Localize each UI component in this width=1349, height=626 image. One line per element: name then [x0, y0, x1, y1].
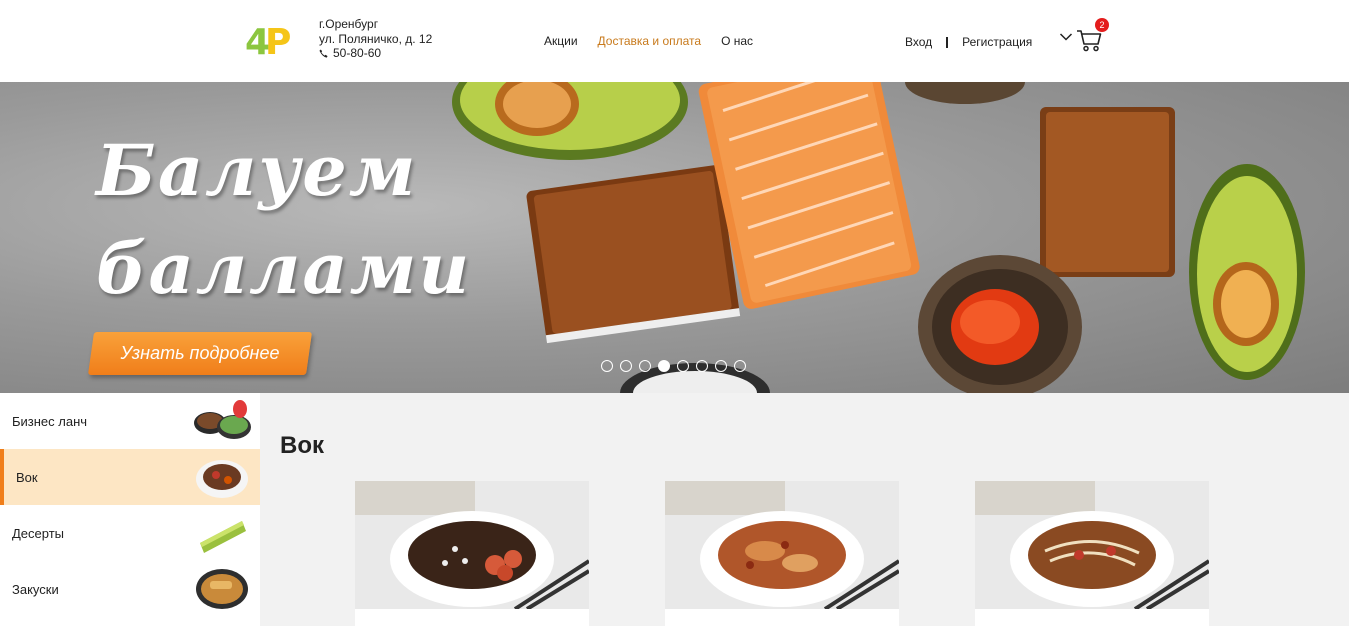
- category-wok[interactable]: Вок: [0, 449, 260, 505]
- business-lunch-thumbnail: [194, 400, 251, 439]
- slider-dot[interactable]: [696, 360, 708, 372]
- site-header: 4 P г.Оренбург ул. Поляничко, д. 12 50-8…: [0, 0, 1349, 82]
- register-link[interactable]: Регистрация: [962, 35, 1032, 49]
- snacks-thumbnail: [196, 569, 248, 609]
- logo[interactable]: 4 P: [245, 22, 305, 60]
- category-label: Десерты: [12, 525, 65, 541]
- banner-title-line-2: баллами: [96, 227, 472, 310]
- svg-text:P: P: [265, 22, 291, 60]
- login-link[interactable]: Вход: [905, 35, 932, 49]
- category-label: Вок: [16, 469, 38, 485]
- section-title: Вок: [280, 432, 325, 459]
- auth-links: Вход Регистрация: [905, 35, 1032, 49]
- promo-banner[interactable]: Балуем баллами Узнать подробнее: [0, 82, 1349, 393]
- city: г.Оренбург: [319, 17, 379, 31]
- category-label: Бизнес ланч: [12, 413, 88, 429]
- slider-dot[interactable]: [677, 360, 689, 372]
- product-card[interactable]: [975, 481, 1209, 626]
- product-image: [975, 481, 1209, 609]
- phone-number: 50-80-60: [333, 46, 382, 60]
- slider-dot[interactable]: [734, 360, 746, 372]
- auth-divider: [946, 36, 949, 48]
- product-image: [355, 481, 589, 609]
- wok-thumbnail: [196, 460, 248, 498]
- cart-count-badge: 2: [1095, 18, 1109, 32]
- phone-icon: [319, 49, 328, 58]
- learn-more-label: Узнать подробнее: [120, 343, 280, 363]
- slider-dot[interactable]: [658, 360, 670, 372]
- slider-dot[interactable]: [620, 360, 632, 372]
- category-business-lunch[interactable]: Бизнес ланч: [0, 393, 260, 449]
- address-block: г.Оренбург ул. Поляничко, д. 12 50-80-60: [319, 17, 432, 61]
- product-card[interactable]: [355, 481, 589, 626]
- category-sidebar: Бизнес ланч Вок Десерты Закуски: [0, 393, 260, 626]
- product-image: [665, 481, 899, 609]
- nav-item-delivery[interactable]: Доставка и оплата: [598, 34, 702, 48]
- nav-item-promotions[interactable]: Акции: [544, 34, 578, 48]
- category-snacks[interactable]: Закуски: [0, 561, 260, 617]
- category-desserts[interactable]: Десерты: [0, 505, 260, 561]
- category-label: Закуски: [12, 581, 59, 597]
- banner-title-line-1: Балуем: [96, 129, 418, 212]
- slider-dots: [601, 360, 746, 372]
- slider-dot[interactable]: [601, 360, 613, 372]
- main-nav: Акции Доставка и оплата О нас: [544, 34, 773, 48]
- slider-dot[interactable]: [715, 360, 727, 372]
- phone[interactable]: 50-80-60: [319, 46, 432, 61]
- banner-title: Балуем баллами: [96, 122, 472, 318]
- learn-more-button[interactable]: Узнать подробнее: [87, 332, 313, 375]
- desserts-thumbnail: [200, 521, 246, 553]
- street: ул. Поляничко, д. 12: [319, 31, 433, 46]
- product-card[interactable]: [665, 481, 899, 626]
- cart-icon[interactable]: [1076, 28, 1102, 52]
- nav-item-about[interactable]: О нас: [721, 34, 753, 48]
- slider-dot[interactable]: [639, 360, 651, 372]
- chevron-down-icon[interactable]: [1059, 32, 1073, 42]
